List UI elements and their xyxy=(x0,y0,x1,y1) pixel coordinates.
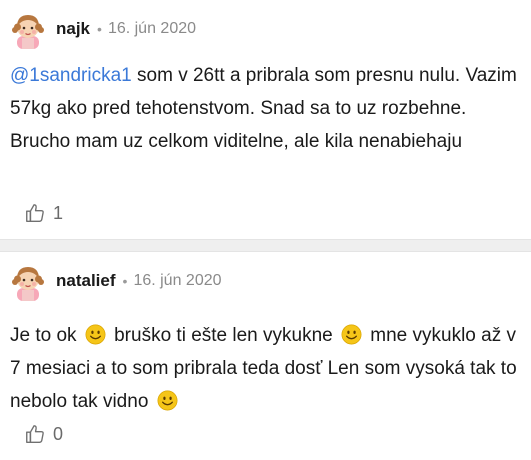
comment-header: najk • 16. jún 2020 xyxy=(8,8,196,50)
thumbs-up-icon[interactable] xyxy=(24,423,46,445)
comment-body-part: Je to ok xyxy=(10,325,82,346)
smiley-icon xyxy=(341,324,362,345)
smiley-icon xyxy=(85,324,106,345)
like-count: 0 xyxy=(53,423,64,444)
like-button[interactable]: 1 xyxy=(24,202,63,224)
separator-dot: • xyxy=(97,21,102,37)
smiley-icon xyxy=(157,390,178,411)
comment-body-part: bruško ti ešte len vykukne xyxy=(108,325,338,346)
post-date: 16. jún 2020 xyxy=(107,20,197,37)
comment-post: natalief • 16. jún 2020 Je to ok bruško … xyxy=(0,252,531,460)
user-mention-link[interactable]: @1sandricka1 xyxy=(10,65,132,86)
like-count: 1 xyxy=(53,202,64,223)
post-date: 16. jún 2020 xyxy=(133,272,222,289)
author-name[interactable]: natalief xyxy=(56,271,116,291)
like-button[interactable]: 0 xyxy=(24,423,63,445)
girl-avatar-icon[interactable] xyxy=(8,261,48,301)
post-divider xyxy=(0,239,531,252)
girl-avatar-icon[interactable] xyxy=(8,9,48,49)
comment-text: @1sandricka1 som v 26tt a pribrala som p… xyxy=(10,59,523,158)
thumbs-up-icon[interactable] xyxy=(24,202,46,224)
author-name[interactable]: najk xyxy=(56,19,90,39)
separator-dot: • xyxy=(122,273,128,289)
comment-header: natalief • 16. jún 2020 xyxy=(8,260,222,302)
comment-post: najk • 16. jún 2020 @1sandricka1 som v 2… xyxy=(0,0,531,239)
comment-text: Je to ok bruško ti ešte len vykukne mne … xyxy=(10,319,523,418)
